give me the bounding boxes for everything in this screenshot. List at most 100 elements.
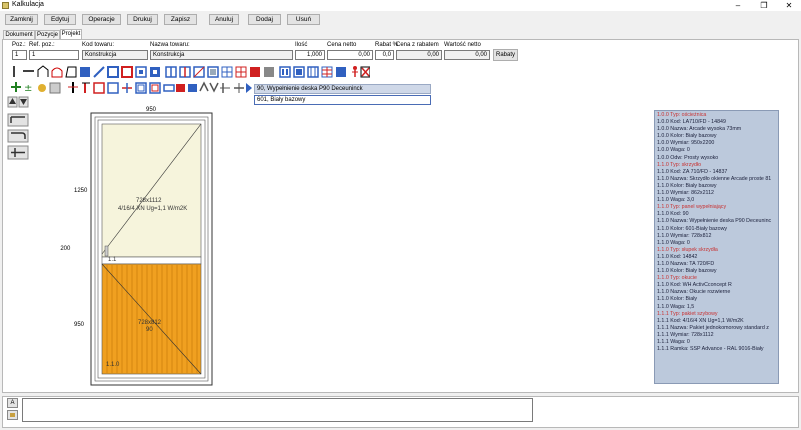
rotate-icon[interactable] [199, 81, 209, 92]
info-line: 1.1.1 Waga: 0 [657, 339, 690, 345]
split-vertical-2-icon[interactable] [179, 66, 191, 78]
sash-label: 1.1 [108, 257, 117, 263]
ref-field[interactable]: 1 [29, 50, 79, 60]
fill-red-icon[interactable] [250, 67, 260, 77]
delete-element-icon[interactable] [360, 66, 370, 78]
left-tools [7, 96, 29, 160]
corner-icon[interactable] [7, 113, 29, 127]
minimize-icon[interactable]: – [726, 0, 750, 11]
rabaty-button[interactable]: Rabaty [493, 49, 518, 61]
frame-double-red-icon[interactable] [149, 82, 161, 94]
rabat-field[interactable]: 0,0 [375, 50, 394, 60]
mullion-red-icon[interactable] [82, 82, 90, 93]
label-wartosc: Wartość netto [444, 42, 481, 48]
info-line: 1.1.0 Kod: WH ActivCconcept R [657, 282, 732, 289]
transom-bar[interactable] [101, 256, 202, 265]
arrow-up-icon[interactable] [7, 96, 18, 108]
grid-red-icon[interactable] [235, 66, 247, 78]
info-line: 1.1.1 Kod: 4/16/4 XN Ug=1,1 W/m2K [657, 317, 744, 324]
double-sash-icon[interactable] [279, 66, 291, 78]
arrow-right-icon[interactable] [246, 83, 252, 93]
grid-icon[interactable] [221, 66, 233, 78]
wartosc-field[interactable]: 0,00 [444, 50, 490, 60]
blue-square-icon[interactable] [336, 67, 346, 77]
handle-icon[interactable] [104, 245, 109, 257]
info-line: 1.1.0 Kod: 14842 [657, 253, 698, 260]
font-button[interactable]: A [7, 398, 18, 408]
info-line: 1.0.0 Kolor: Biały bazowy [657, 133, 717, 140]
info-line: 1.1.0 Kolor: Biały [657, 296, 698, 303]
grid-small-icon[interactable] [7, 410, 18, 420]
frame-blue-icon[interactable] [107, 66, 119, 78]
frame-small-icon[interactable] [107, 82, 119, 94]
color-icon[interactable] [38, 84, 46, 92]
height-total-dimension: 2200 [60, 246, 71, 252]
slash-icon[interactable] [93, 66, 105, 78]
info-line: 1.1.0 Waga: 3,0 [657, 197, 695, 204]
bars-icon[interactable] [307, 66, 319, 78]
save-button[interactable]: Zapisz [164, 14, 197, 25]
flip-icon[interactable] [220, 83, 230, 93]
cancel-button[interactable]: Anuluj [209, 14, 239, 25]
info-line: 1.1.0 Nazwa: TA 720/FD [657, 260, 715, 267]
info-line: 1.1.0 Nazwa: Wypełnienie deska P90 Deceu… [657, 218, 772, 225]
rotate-2-icon[interactable] [209, 82, 219, 93]
close-button[interactable]: Zamknij [5, 14, 38, 25]
design-toolbar-row-2: ± [11, 81, 252, 94]
mullion-icon[interactable] [68, 82, 78, 93]
poz-field[interactable]: 1 [12, 50, 27, 60]
frame-icon[interactable] [135, 66, 147, 78]
plus-icon[interactable] [11, 82, 21, 92]
print-button[interactable]: Drukuj [127, 14, 158, 25]
person-icon[interactable] [352, 66, 358, 77]
operations-button[interactable]: Operacje [82, 14, 121, 25]
trapeze-icon[interactable] [65, 66, 77, 78]
frame-filled-icon[interactable] [150, 67, 160, 77]
arrow-down-icon[interactable] [18, 96, 29, 108]
sash-sub-label: 1.1.0 [106, 362, 120, 368]
frame-double-icon[interactable] [135, 82, 147, 94]
cross-grid-icon[interactable] [321, 66, 333, 78]
double-sash-2-icon[interactable] [293, 66, 305, 78]
app-icon [2, 2, 9, 9]
plus-minus-icon[interactable]: ± [24, 83, 32, 94]
add-button[interactable]: Dodaj [248, 14, 281, 25]
split-cross-icon[interactable] [7, 145, 29, 160]
bend-icon[interactable] [7, 129, 29, 143]
flip-2-icon[interactable] [234, 83, 244, 93]
label-cena-rabat: Cena z rabatem [396, 42, 439, 48]
ilosc-field[interactable]: 1,000 [295, 50, 325, 60]
shutter-icon[interactable] [93, 82, 105, 94]
move-icon[interactable] [122, 83, 132, 93]
filling-dropdown[interactable]: 90, Wypełnienie deska P90 Deceuninck [254, 84, 431, 94]
fill-grey-icon[interactable] [264, 67, 274, 77]
info-line: 1.0.0 Nazwa: Arcade wysoka 73mm [657, 126, 742, 133]
box-icon[interactable] [188, 84, 197, 92]
kod-field[interactable]: Konstrukcja [82, 50, 148, 60]
diagonal-icon[interactable] [193, 66, 205, 78]
split-vertical-icon[interactable] [165, 66, 177, 78]
notes-textarea[interactable] [22, 398, 533, 422]
panel-icon[interactable] [207, 66, 219, 78]
info-line: 1.1.1 Ramka: SSP Advance - RAL 9016-Biał… [657, 346, 764, 353]
sash-icon[interactable] [80, 67, 90, 77]
color-dropdown[interactable]: 601, Biały bazowy [254, 95, 431, 105]
svg-text:±: ± [24, 83, 32, 94]
ruler-icon[interactable] [163, 84, 175, 92]
table-icon[interactable] [49, 82, 61, 94]
case-icon[interactable] [176, 84, 185, 92]
info-line: 1.1.0 Kolor: 601-Biały bazowy [657, 225, 728, 232]
cena-rabat-field[interactable]: 0,00 [396, 50, 442, 60]
delete-button[interactable]: Usuń [287, 14, 320, 25]
panel-dimensions: 728x812 [138, 320, 162, 326]
frame-red-icon[interactable] [121, 66, 133, 78]
nazwa-field[interactable]: Konstrukcja [150, 50, 293, 60]
window-drawing: 950 728x1112 4/16/4 XN Ug=1,1 W/m2K 728x… [60, 107, 213, 386]
edit-button[interactable]: Edytuj [44, 14, 76, 25]
cena-netto-field[interactable]: 0,00 [327, 50, 373, 60]
info-line: 1.0.0 Odw: Prosty wysoko [657, 154, 719, 161]
close-icon[interactable]: ✕ [777, 0, 801, 11]
arch-icon[interactable] [37, 65, 49, 77]
restore-icon[interactable]: ❐ [752, 0, 776, 11]
round-arch-icon[interactable] [51, 67, 63, 78]
